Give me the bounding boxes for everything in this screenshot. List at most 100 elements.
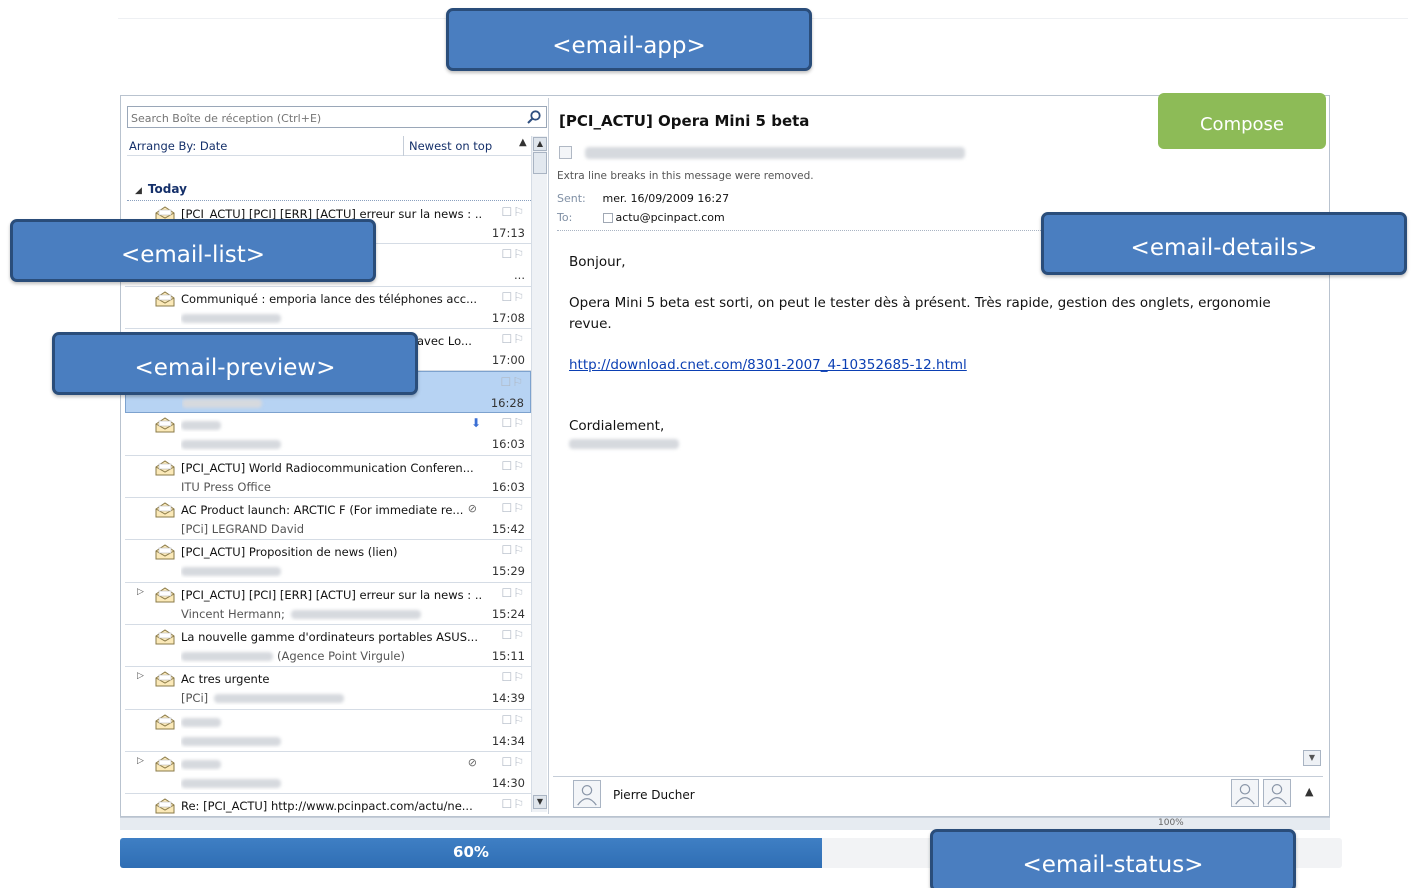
email-row[interactable]: AC Product launch: ARCTIC F (For immedia… <box>125 498 531 541</box>
email-time: 14:39 <box>491 691 525 706</box>
envelope-icon <box>155 460 175 476</box>
mail-list: [PCI_ACTU] [PCI] [ERR] [ACTU] erreur sur… <box>125 202 531 814</box>
attachment-icon: ⊘ <box>467 502 477 516</box>
category-flag-icon[interactable]: ☐⚐ <box>501 501 525 515</box>
email-row[interactable]: ▷ [PCI_ACTU] [PCI] [ERR] [ACTU] erreur su… <box>125 583 531 625</box>
email-time: 17:08 <box>491 310 525 325</box>
expand-people-icon[interactable]: ▲ <box>1305 785 1313 798</box>
expand-thread-icon[interactable]: ▷ <box>137 756 144 766</box>
sent-label: Sent: <box>557 192 586 205</box>
category-flag-icon[interactable]: ☐⚐ <box>501 332 525 346</box>
arrange-by-button[interactable]: Arrange By: Date <box>129 139 227 153</box>
envelope-icon <box>155 671 175 687</box>
email-subject: Ac tres urgente <box>181 672 270 687</box>
scroll-thumb[interactable] <box>533 152 547 174</box>
low-priority-icon: ⬇ <box>470 416 481 431</box>
email-time: 17:13 <box>491 226 525 240</box>
email-row[interactable]: La nouvelle gamme d'ordinateurs portable… <box>125 625 531 668</box>
contact-avatar-icon[interactable] <box>1263 779 1291 807</box>
message-subject: [PCI_ACTU] Opera Mini 5 beta <box>559 112 810 130</box>
info-bar[interactable]: Extra line breaks in this message were r… <box>557 170 814 182</box>
email-sender <box>181 734 481 748</box>
email-subject <box>181 418 481 432</box>
sender-checkbox[interactable] <box>559 146 572 159</box>
contact-avatar-icon[interactable] <box>1231 779 1259 807</box>
category-flag-icon[interactable]: ☐⚐ <box>501 670 525 684</box>
email-sender: Vincent Hermann; <box>181 607 481 621</box>
email-time: 16:28 <box>490 396 524 411</box>
zoom-level[interactable]: 100% <box>1158 818 1184 828</box>
envelope-icon <box>155 798 175 814</box>
reading-scroll-down-icon[interactable]: ▼ <box>1303 750 1321 766</box>
email-row[interactable]: [PCI_ACTU] Proposition de news (lien) ☐⚐ 1… <box>125 540 531 583</box>
email-row[interactable]: ▷ ⊘ ☐⚐ 14:30 <box>125 752 531 795</box>
sent-value: mer. 16/09/2009 16:27 <box>602 192 730 205</box>
expand-thread-icon[interactable]: ▷ <box>137 587 144 597</box>
email-time: 17:00 <box>491 352 525 367</box>
message-link[interactable]: http://download.cnet.com/8301-2007_4-103… <box>569 357 967 373</box>
category-flag-icon[interactable]: ☐⚐ <box>501 797 525 811</box>
arrange-bar: Arrange By: Date Newest on top ▲ <box>127 136 531 156</box>
email-app-window: Arrange By: Date Newest on top ▲ ◢Today … <box>120 95 1330 817</box>
email-subject: [PCI_ACTU] Proposition de news (lien) <box>181 545 398 560</box>
email-row[interactable]: Communiqué : emporia lance des téléphone… <box>125 287 531 329</box>
email-row[interactable]: Re: [PCI_ACTU] http://www.pcinpact.com/a… <box>125 794 531 814</box>
category-flag-icon[interactable]: ☐⚐ <box>501 205 525 219</box>
email-sender: [PCi] LEGRAND David <box>181 522 305 537</box>
search-box[interactable] <box>127 106 547 129</box>
email-sender: [PCi] <box>181 691 481 705</box>
email-sender <box>181 311 481 325</box>
list-scrollbar[interactable]: ▲ ▼ <box>531 136 547 812</box>
annotation-email-app: <email-app> <box>446 8 812 71</box>
envelope-icon <box>155 417 175 433</box>
category-flag-icon[interactable]: ☐⚐ <box>501 459 525 473</box>
closing: Cordialement, <box>569 418 665 434</box>
expand-thread-icon[interactable]: ▷ <box>137 671 144 681</box>
category-flag-icon[interactable]: ☐⚐ <box>501 755 525 769</box>
search-icon[interactable] <box>526 109 542 125</box>
category-flag-icon[interactable]: ☐⚐ <box>501 247 525 261</box>
sort-up-icon[interactable]: ▲ <box>519 137 527 148</box>
person-avatar-icon[interactable] <box>573 780 601 808</box>
to-value[interactable]: actu@pcinpact.com <box>616 211 725 224</box>
body-text: Opera Mini 5 beta est sorti, on peut le … <box>569 295 1271 332</box>
envelope-icon <box>155 629 175 645</box>
email-sender <box>181 564 481 578</box>
email-sender <box>181 437 481 451</box>
category-flag-icon[interactable]: ☐⚐ <box>501 628 525 642</box>
collapse-triangle-icon[interactable]: ◢ <box>135 186 142 196</box>
progress-label: 60% <box>453 843 489 861</box>
person-name[interactable]: Pierre Ducher <box>613 788 695 802</box>
attachment-icon: ⊘ <box>467 755 477 769</box>
email-time: 14:34 <box>491 733 525 748</box>
category-flag-icon[interactable]: ☐⚐ <box>501 416 525 430</box>
email-subject: AC Product launch: ARCTIC F (For immedia… <box>181 503 464 518</box>
email-row[interactable]: ▷ Ac tres urgente [PCi] ☐⚐ 14:39 <box>125 667 531 710</box>
category-flag-icon[interactable]: ☐⚐ <box>501 586 525 600</box>
email-row[interactable]: ☐⚐ 14:34 <box>125 710 531 752</box>
scroll-up-icon[interactable]: ▲ <box>533 137 547 151</box>
scroll-down-icon[interactable]: ▼ <box>533 795 547 809</box>
category-flag-icon[interactable]: ☐⚐ <box>501 290 525 304</box>
to-row: To: actu@pcinpact.com <box>557 211 725 224</box>
email-time: 16:03 <box>491 479 525 494</box>
email-subject: La nouvelle gamme d'ordinateurs portable… <box>181 629 478 644</box>
email-row[interactable]: ⬇ ☐⚐ 16:03 <box>125 413 531 456</box>
sender-blurred <box>585 146 966 159</box>
envelope-icon <box>155 587 175 603</box>
sort-order-button[interactable]: Newest on top <box>409 139 492 153</box>
compose-button[interactable]: Compose <box>1158 93 1326 149</box>
email-subject: Communiqué : emporia lance des téléphone… <box>181 291 478 306</box>
from-row <box>559 142 966 161</box>
recipient-checkbox[interactable] <box>602 213 613 223</box>
reading-scrollbar[interactable]: ▼ <box>1303 234 1321 768</box>
search-input[interactable] <box>128 108 518 129</box>
email-subject <box>181 715 481 729</box>
group-header-today[interactable]: ◢ Today <box>135 182 187 196</box>
category-flag-icon[interactable]: ☐⚐ <box>500 375 524 389</box>
envelope-icon <box>155 502 175 518</box>
envelope-icon <box>155 544 175 560</box>
category-flag-icon[interactable]: ☐⚐ <box>501 713 525 727</box>
category-flag-icon[interactable]: ☐⚐ <box>501 543 525 557</box>
email-row[interactable]: [PCI_ACTU] World Radiocommunication Conf… <box>125 456 531 499</box>
